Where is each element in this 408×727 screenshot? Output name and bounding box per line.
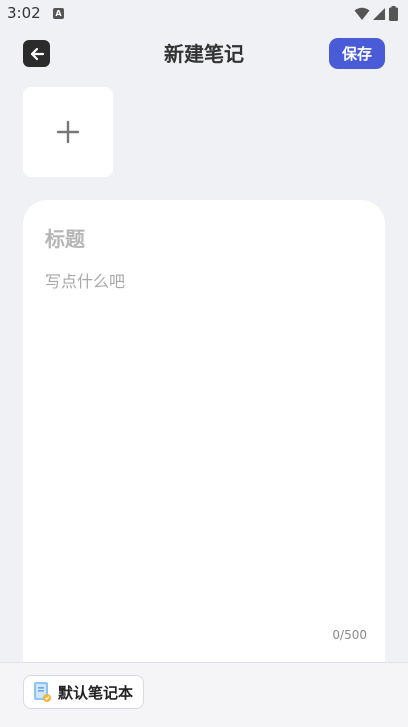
note-title-input[interactable]: [45, 222, 365, 256]
back-button[interactable]: [23, 40, 50, 67]
notebook-label: 默认笔记本: [58, 683, 134, 702]
add-image-button[interactable]: [23, 87, 113, 177]
notification-app-icon: A: [53, 8, 64, 19]
arrow-left-icon: [30, 47, 44, 60]
note-content-input[interactable]: [45, 268, 365, 608]
plus-icon: [56, 120, 80, 144]
cellular-signal-icon: [373, 7, 385, 20]
status-bar: 3:02 A: [0, 0, 408, 28]
note-editor-card: 0/500: [23, 200, 385, 662]
save-button[interactable]: 保存: [329, 38, 385, 69]
status-icons: [354, 6, 398, 21]
status-time: 3:02: [7, 4, 41, 22]
wifi-icon: [354, 7, 370, 20]
notebook-selector[interactable]: 默认笔记本: [23, 675, 145, 709]
new-note-screen: 3:02 A 新建笔记 保存 0/500: [0, 0, 408, 727]
character-counter: 0/500: [332, 628, 367, 642]
notebook-icon: [34, 682, 51, 702]
bottom-toolbar: 默认笔记本: [0, 662, 408, 727]
battery-icon: [389, 6, 398, 21]
